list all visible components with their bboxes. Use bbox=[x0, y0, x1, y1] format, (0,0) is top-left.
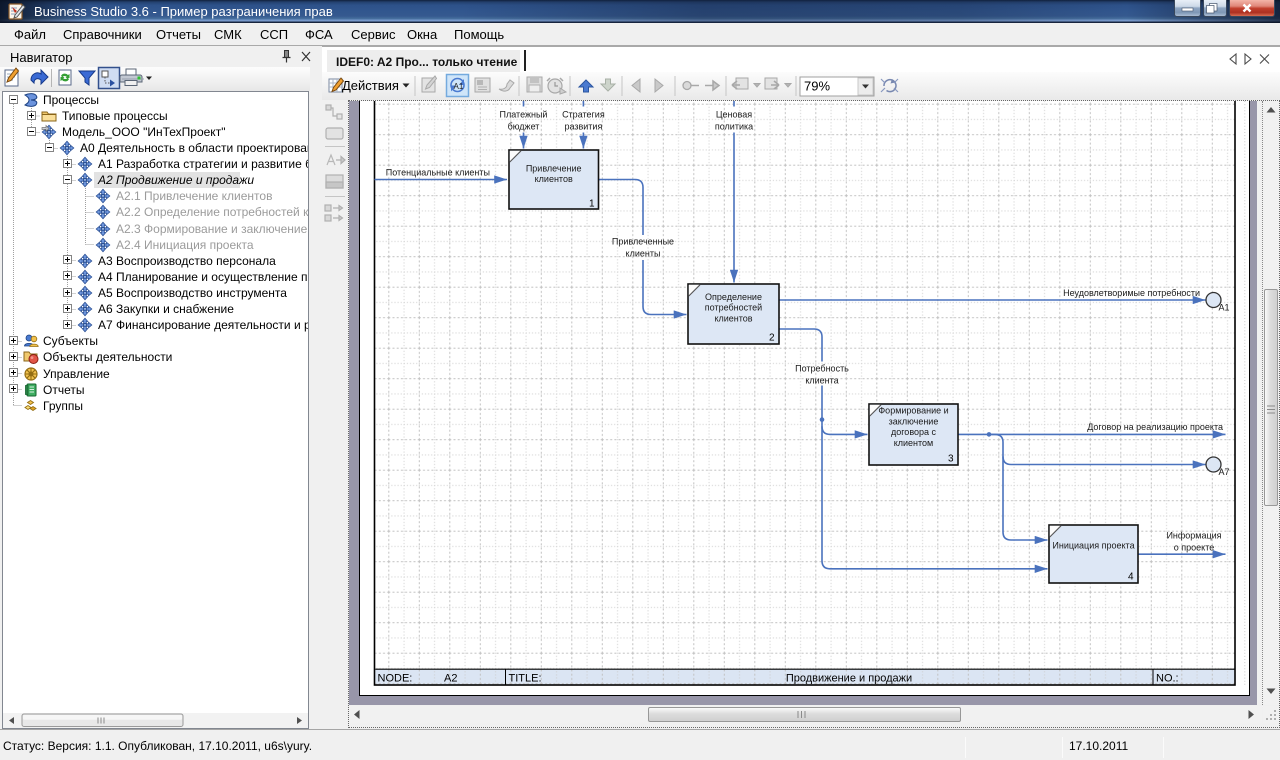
svg-text:Привлеченные: Привлеченные bbox=[612, 237, 674, 247]
svg-text:заключение: заключение bbox=[889, 416, 939, 426]
svg-text:договора с: договора с bbox=[891, 427, 937, 437]
svg-text:политика: политика bbox=[715, 122, 753, 132]
svg-text:Потенциальные клиенты: Потенциальные клиенты bbox=[386, 168, 490, 178]
svg-text:клиентов: клиентов bbox=[714, 313, 752, 323]
svg-text:Платежный: Платежный bbox=[500, 110, 548, 120]
svg-text:A7: A7 bbox=[1219, 467, 1230, 477]
svg-text:Договор на реализацию проекта: Договор на реализацию проекта bbox=[1087, 422, 1223, 432]
svg-text:Ценовая: Ценовая bbox=[716, 110, 752, 120]
svg-text:Стратегия: Стратегия bbox=[562, 110, 605, 120]
svg-text:Привлечение: Привлечение bbox=[526, 164, 582, 174]
svg-text:Формирование и: Формирование и bbox=[878, 405, 948, 415]
svg-text:79%: 79% bbox=[804, 79, 830, 94]
svg-text:NO.:: NO.: bbox=[1156, 673, 1179, 685]
svg-text:Информация: Информация bbox=[1166, 531, 1221, 541]
svg-text:клиенты: клиенты bbox=[626, 249, 661, 259]
svg-text:Действия: Действия bbox=[342, 78, 399, 93]
svg-text:о проекте: о проекте bbox=[1174, 543, 1214, 553]
svg-text:клиентом: клиентом bbox=[894, 438, 934, 448]
svg-text:Продвижение и продажи: Продвижение и продажи bbox=[786, 673, 912, 685]
svg-text:Неудовлетворимые потребности: Неудовлетворимые потребности bbox=[1063, 288, 1200, 298]
svg-text:Определение: Определение bbox=[705, 292, 762, 302]
svg-text:4: 4 bbox=[1128, 572, 1134, 583]
svg-text:3: 3 bbox=[948, 454, 954, 465]
svg-text:Потребность: Потребность bbox=[795, 364, 849, 374]
svg-text:клиента: клиента bbox=[805, 376, 838, 386]
svg-text:A2: A2 bbox=[444, 673, 457, 685]
svg-text:развития: развития bbox=[564, 122, 602, 132]
svg-text:A1: A1 bbox=[1219, 303, 1230, 313]
svg-text:A1: A1 bbox=[454, 82, 464, 91]
svg-text:TITLE:: TITLE: bbox=[509, 673, 542, 685]
svg-text:клиентов: клиентов bbox=[535, 174, 573, 184]
svg-text:бюджет: бюджет bbox=[508, 122, 540, 132]
svg-text:2: 2 bbox=[769, 333, 775, 344]
svg-text:1: 1 bbox=[589, 199, 595, 210]
svg-text:Инициация проекта: Инициация проекта bbox=[1052, 541, 1134, 551]
svg-text:NODE:: NODE: bbox=[378, 673, 413, 685]
svg-text:потребностей: потребностей bbox=[705, 303, 762, 313]
